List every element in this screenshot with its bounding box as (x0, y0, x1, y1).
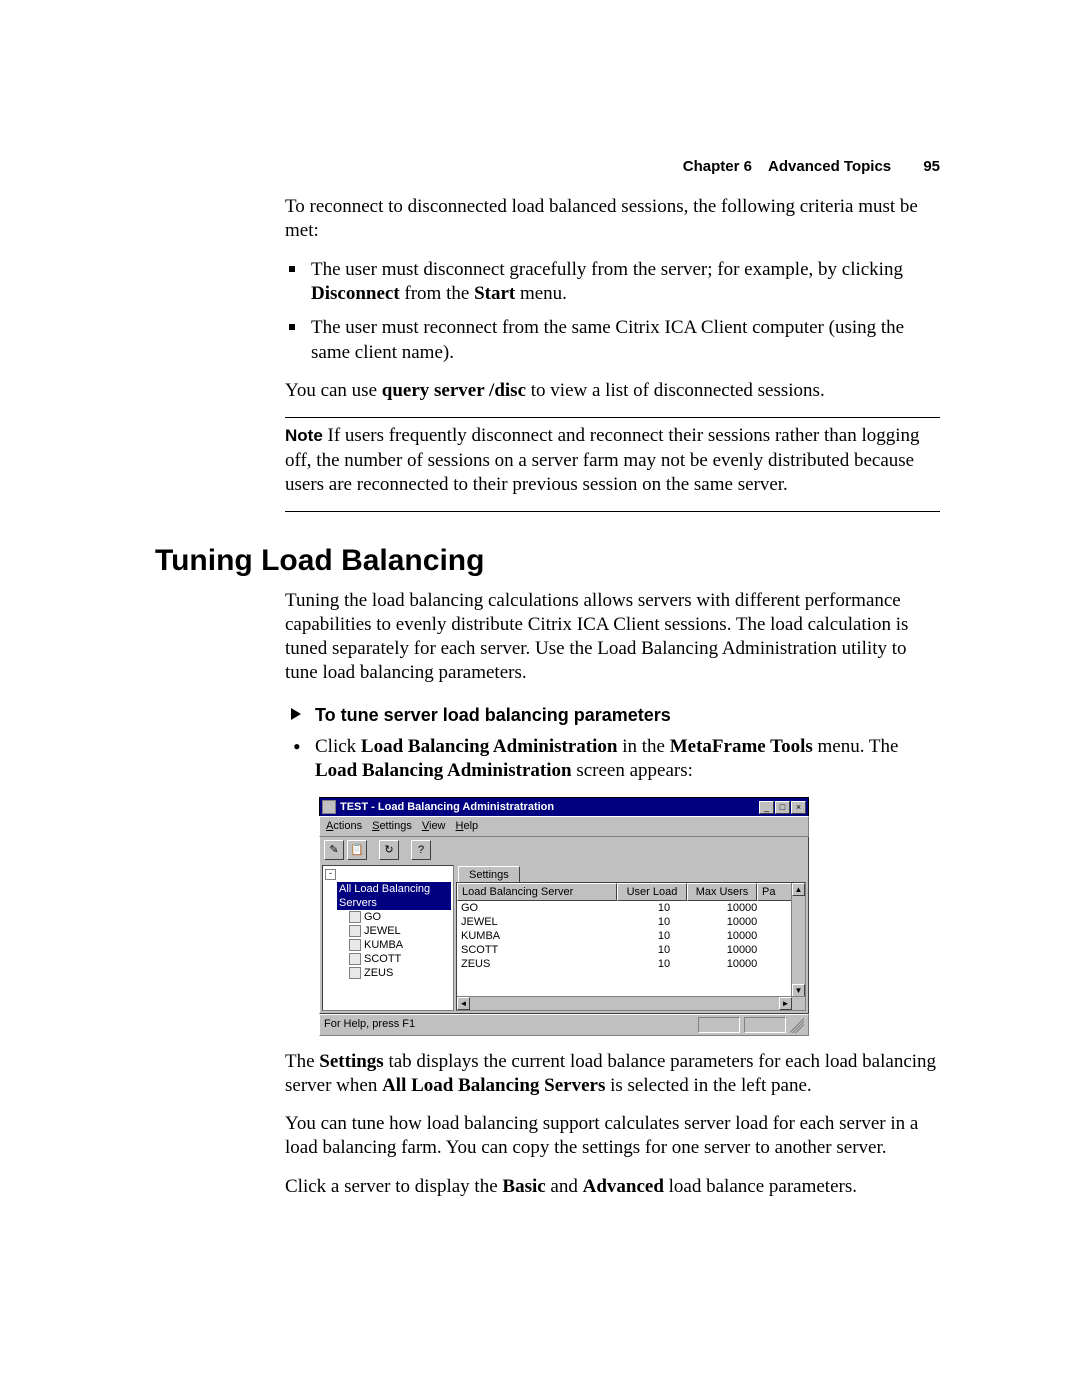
tree-item[interactable]: KUMBA (349, 938, 451, 952)
app-icon (322, 800, 336, 814)
server-icon (349, 939, 361, 951)
procedure-heading: To tune server load balancing parameters (285, 704, 940, 727)
criteria-list: The user must disconnect gracefully from… (285, 258, 940, 365)
screenshot-window: TEST - Load Balancing Administratration … (319, 797, 809, 1035)
procedure-steps: Click Load Balancing Administration in t… (285, 735, 940, 784)
tree-item[interactable]: GO (349, 910, 451, 924)
criteria-item: The user must reconnect from the same Ci… (285, 316, 940, 365)
note-rule-top (285, 417, 940, 418)
chapter-label: Chapter 6 (683, 158, 752, 175)
running-header: Chapter 6 Advanced Topics 95 (683, 158, 940, 175)
chapter-title: Advanced Topics (768, 158, 891, 175)
listview-header[interactable]: Load Balancing Server User Load Max User… (457, 883, 805, 901)
status-text: For Help, press F1 (324, 1017, 694, 1033)
status-pane (698, 1017, 740, 1033)
toolbar-copy-button[interactable]: 📋 (347, 840, 367, 860)
maximize-button[interactable]: □ (775, 801, 790, 814)
tab-row: Settings (456, 865, 806, 882)
tuning-paragraph: Tuning the load balancing calculations a… (285, 589, 940, 686)
client-area: -All Load Balancing Servers GO JEWEL KUM… (319, 863, 809, 1014)
toolbar-separator (402, 840, 408, 860)
tab-settings[interactable]: Settings (458, 866, 520, 883)
tree-root[interactable]: All Load Balancing Servers (337, 882, 451, 910)
menu-view[interactable]: View (422, 819, 446, 833)
menu-settings[interactable]: Settings (372, 819, 412, 833)
listview-row[interactable]: SCOTT 10 10000 (457, 943, 805, 957)
toolbar-refresh-button[interactable]: ↻ (379, 840, 399, 860)
col-userload[interactable]: User Load (617, 883, 687, 901)
server-icon (349, 911, 361, 923)
menu-actions[interactable]: Actions (326, 819, 362, 833)
server-icon (349, 925, 361, 937)
settings-listview[interactable]: Load Balancing Server User Load Max User… (456, 882, 806, 1011)
listview-row[interactable]: GO 10 10000 (457, 901, 805, 915)
body-column: To reconnect to disconnected load balanc… (285, 195, 940, 1199)
tree-item[interactable]: JEWEL (349, 924, 451, 938)
titlebar[interactable]: TEST - Load Balancing Administratration … (319, 797, 809, 816)
statusbar: For Help, press F1 (319, 1014, 809, 1036)
server-tree[interactable]: -All Load Balancing Servers GO JEWEL KUM… (322, 865, 454, 1011)
resize-grip-icon[interactable] (790, 1017, 804, 1033)
scroll-right-icon[interactable]: ► (779, 997, 792, 1010)
listview-row[interactable]: KUMBA 10 10000 (457, 929, 805, 943)
status-pane (744, 1017, 786, 1033)
criteria-item: The user must disconnect gracefully from… (285, 258, 940, 307)
server-icon (349, 967, 361, 979)
query-paragraph: You can use query server /disc to view a… (285, 379, 940, 403)
listview-row[interactable]: ZEUS 10 10000 (457, 957, 805, 971)
note-text: If users frequently disconnect and recon… (285, 425, 920, 495)
vertical-scrollbar[interactable]: ▲ ▼ (791, 883, 805, 1010)
horizontal-scrollbar[interactable]: ◄ ► (457, 996, 805, 1010)
tree-item[interactable]: SCOTT (349, 952, 451, 966)
procedure-step: Click Load Balancing Administration in t… (285, 735, 940, 784)
listview-row[interactable]: JEWEL 10 10000 (457, 915, 805, 929)
page: Chapter 6 Advanced Topics 95 To reconnec… (0, 0, 1080, 1397)
after-paragraph-3: Click a server to display the Basic and … (285, 1175, 940, 1199)
intro-paragraph: To reconnect to disconnected load balanc… (285, 195, 940, 244)
minimize-button[interactable]: _ (759, 801, 774, 814)
page-number: 95 (923, 158, 940, 175)
right-pane: Settings Load Balancing Server User Load… (456, 865, 806, 1011)
menu-help[interactable]: Help (456, 819, 479, 833)
note-rule-bottom (285, 511, 940, 512)
window-title: TEST - Load Balancing Administratration (340, 800, 759, 814)
menubar[interactable]: Actions Settings View Help (319, 816, 809, 836)
tree-collapse-icon[interactable]: - (325, 869, 336, 880)
toolbar-help-button[interactable]: ? (411, 840, 431, 860)
after-paragraph-1: The Settings tab displays the current lo… (285, 1050, 940, 1099)
after-paragraph-2: You can tune how load balancing support … (285, 1112, 940, 1161)
scroll-left-icon[interactable]: ◄ (457, 997, 470, 1010)
note-block: Note If users frequently disconnect and … (285, 424, 940, 497)
col-maxusers[interactable]: Max Users (687, 883, 757, 901)
tree-item[interactable]: ZEUS (349, 966, 451, 980)
col-server[interactable]: Load Balancing Server (457, 883, 617, 901)
close-button[interactable]: × (791, 801, 806, 814)
toolbar-edit-button[interactable]: ✎ (324, 840, 344, 860)
toolbar-separator (370, 840, 376, 860)
scroll-up-icon[interactable]: ▲ (792, 883, 805, 896)
section-heading: Tuning Load Balancing (155, 542, 940, 580)
toolbar: ✎ 📋 ↻ ? (319, 837, 809, 863)
server-icon (349, 953, 361, 965)
note-label: Note (285, 426, 323, 445)
